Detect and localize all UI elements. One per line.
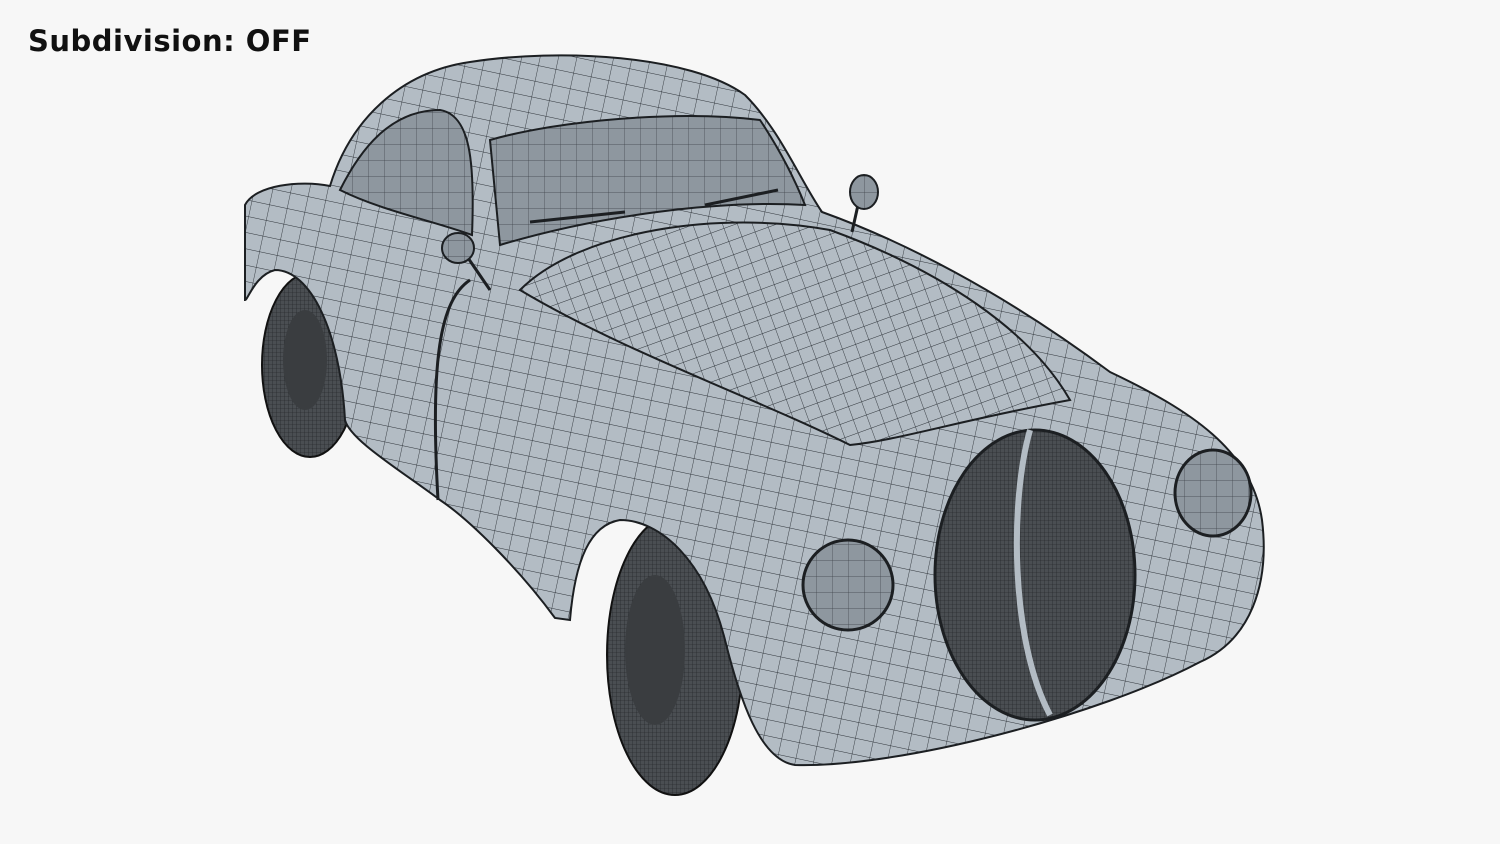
grille	[933, 428, 1137, 722]
right-headlight	[1173, 448, 1253, 538]
left-headlight	[801, 538, 895, 632]
car-wireframe-render	[244, 54, 1265, 796]
right-mirror	[849, 174, 879, 233]
